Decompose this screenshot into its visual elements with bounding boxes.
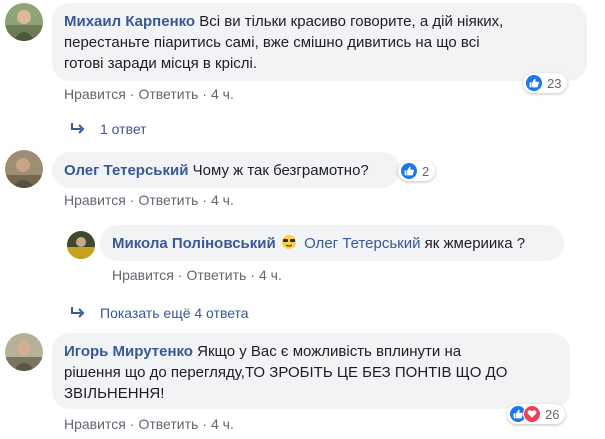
reaction-count: 26 bbox=[545, 406, 560, 422]
comment-text-line: Якщо у Вас є можливість вплинути на bbox=[197, 343, 462, 360]
comment-text: Чому ж так безграмотно? bbox=[192, 162, 369, 179]
like-link[interactable]: Нравится bbox=[64, 416, 126, 432]
reaction-count: 23 bbox=[547, 75, 562, 91]
avatar[interactable] bbox=[67, 231, 95, 259]
reply-arrow-icon bbox=[71, 307, 85, 318]
comment-text-line: ЗВІЛЬНЕННЯ! bbox=[64, 385, 165, 402]
comment-text-line: рішення що до перегляду,ТО ЗРОБІТЬ ЦЕ БЕ… bbox=[64, 364, 508, 381]
comment-bubble: Олег Тетерський Чому ж так безграмотно? bbox=[52, 152, 400, 188]
like-link[interactable]: Нравится bbox=[64, 86, 126, 102]
reply-link[interactable]: Ответить bbox=[138, 192, 198, 208]
avatar[interactable] bbox=[5, 333, 43, 371]
comment-actions: Нравится · Ответить · 4 ч. bbox=[64, 86, 234, 102]
reply-link[interactable]: Ответить bbox=[186, 267, 246, 283]
show-more-replies-label[interactable]: Показать ещё 4 ответа bbox=[100, 305, 249, 321]
reply-bubble: Микола Поліновський Олег Тетерський як ж… bbox=[100, 225, 564, 261]
sunglasses-emoji-icon bbox=[281, 235, 296, 249]
reaction-summary[interactable]: 23 bbox=[523, 73, 568, 93]
like-link[interactable]: Нравится bbox=[64, 192, 126, 208]
timestamp[interactable]: 4 ч. bbox=[211, 416, 234, 432]
comment-author[interactable]: Игорь Мирутенко bbox=[64, 343, 193, 360]
comment-actions: Нравится · Ответить · 4 ч. bbox=[64, 416, 234, 432]
avatar[interactable] bbox=[5, 3, 43, 41]
mention-link[interactable]: Олег Тетерський bbox=[304, 235, 420, 252]
comment-text-line: перестаньте піаритись самі, вже смішно д… bbox=[64, 34, 480, 51]
show-more-replies-link[interactable]: Показать ещё 4 ответа bbox=[70, 305, 249, 321]
comment-bubble: Михаил Карпенко Всі ви тільки красиво го… bbox=[52, 3, 587, 81]
reply-arrow-icon bbox=[71, 123, 85, 134]
reaction-summary[interactable]: 26 bbox=[507, 404, 566, 424]
like-icon bbox=[525, 74, 543, 92]
comment-actions: Нравится · Ответить · 4 ч. bbox=[112, 267, 282, 283]
reply-link[interactable]: Ответить bbox=[138, 416, 198, 432]
comment-bubble: Игорь Мирутенко Якщо у Вас є можливість … bbox=[52, 333, 570, 409]
like-link[interactable]: Нравится bbox=[112, 267, 174, 283]
avatar[interactable] bbox=[5, 150, 43, 188]
comment-author[interactable]: Микола Поліновський bbox=[112, 235, 276, 252]
timestamp[interactable]: 4 ч. bbox=[211, 192, 234, 208]
comment-text-line: готові заради місця в кріслі. bbox=[64, 55, 258, 72]
timestamp[interactable]: 4 ч. bbox=[211, 86, 234, 102]
like-icon bbox=[400, 162, 418, 180]
view-replies-link[interactable]: 1 ответ bbox=[70, 121, 147, 137]
comment-text-line: Всі ви тільки красиво говорите, а дій ні… bbox=[199, 13, 504, 30]
comment-text: як жмериика ? bbox=[424, 235, 526, 252]
love-icon bbox=[523, 405, 541, 423]
reply-link[interactable]: Ответить bbox=[138, 86, 198, 102]
comment-actions: Нравится · Ответить · 4 ч. bbox=[64, 192, 234, 208]
comment-author[interactable]: Олег Тетерський bbox=[64, 162, 188, 179]
comment-author[interactable]: Михаил Карпенко bbox=[64, 13, 195, 30]
reaction-summary[interactable]: 2 bbox=[398, 161, 436, 181]
timestamp[interactable]: 4 ч. bbox=[259, 267, 282, 283]
reaction-count: 2 bbox=[422, 163, 430, 179]
view-replies-label[interactable]: 1 ответ bbox=[100, 121, 147, 137]
